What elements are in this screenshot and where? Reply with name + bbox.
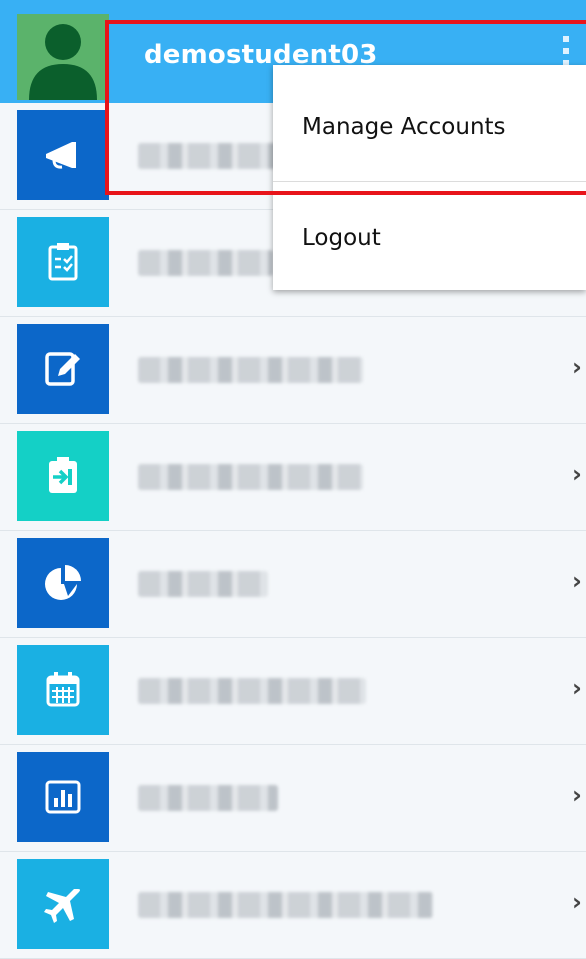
megaphone-icon xyxy=(17,110,109,200)
kebab-menu-icon[interactable] xyxy=(560,36,572,66)
bar-chart-icon xyxy=(17,752,109,842)
edit-document-icon xyxy=(17,324,109,414)
manage-accounts-menu-item[interactable]: Manage Accounts xyxy=(273,71,586,183)
list-item-label xyxy=(138,892,433,918)
list-item-label xyxy=(138,464,363,490)
list-item[interactable]: › xyxy=(0,852,586,959)
manage-accounts-label: Manage Accounts xyxy=(302,114,506,140)
logout-menu-item[interactable]: Logout xyxy=(273,182,586,294)
chevron-right-icon: › xyxy=(572,353,582,381)
list-item-label xyxy=(138,678,366,704)
clipboard-checklist-icon xyxy=(17,217,109,307)
list-item[interactable]: › xyxy=(0,424,586,531)
list-item-label xyxy=(138,785,278,811)
person-icon xyxy=(29,24,97,100)
list-item[interactable]: › xyxy=(0,745,586,852)
chevron-right-icon: › xyxy=(572,674,582,702)
calendar-icon xyxy=(17,645,109,735)
overflow-menu: Manage Accounts Logout xyxy=(273,65,586,290)
chevron-right-icon: › xyxy=(572,460,582,488)
list-item-label xyxy=(138,143,278,169)
clipboard-login-icon xyxy=(17,431,109,521)
chevron-right-icon: › xyxy=(572,781,582,809)
list-item-label xyxy=(138,571,268,597)
chevron-right-icon: › xyxy=(572,567,582,595)
chevron-right-icon: › xyxy=(572,888,582,916)
list-item[interactable]: › xyxy=(0,531,586,638)
logout-label: Logout xyxy=(302,225,381,251)
airplane-icon xyxy=(17,859,109,949)
list-item[interactable]: › xyxy=(0,317,586,424)
list-item[interactable]: › xyxy=(0,638,586,745)
list-item-label xyxy=(138,357,363,383)
pie-chart-icon xyxy=(17,538,109,628)
list-item-label xyxy=(138,250,273,276)
avatar[interactable] xyxy=(17,14,109,100)
